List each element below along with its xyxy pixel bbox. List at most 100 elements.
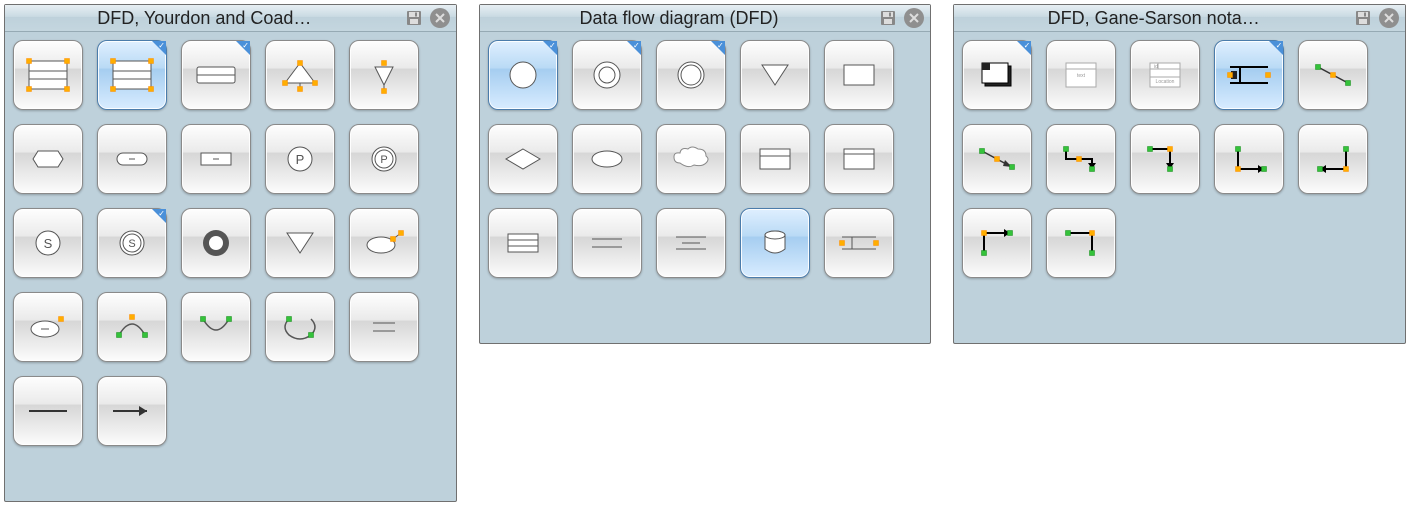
shape-line-eq[interactable] [349, 292, 419, 362]
data-store-3-sel-icon [107, 57, 157, 93]
l-arrow-4-icon [1308, 141, 1358, 177]
shape-data-store-3-sel[interactable] [97, 40, 167, 110]
double-rect-icon [750, 141, 800, 177]
shape-diamond[interactable] [488, 124, 558, 194]
svg-text:Location: Location [1156, 79, 1175, 85]
shape-circle[interactable] [488, 40, 558, 110]
shape-merge-node[interactable] [265, 40, 335, 110]
shape-arc1[interactable] [97, 292, 167, 362]
shape-ellipse-conn[interactable] [349, 208, 419, 278]
diag-arrow-icon [972, 141, 1022, 177]
external-rect-icon [191, 141, 241, 177]
process-p-ring-icon: P [359, 141, 409, 177]
checkmark-icon [543, 41, 557, 55]
shape-external-rect[interactable] [181, 124, 251, 194]
shape-stop[interactable] [181, 208, 251, 278]
arc2-icon [191, 309, 241, 345]
shape-triangle-down[interactable] [265, 208, 335, 278]
card-icon [834, 141, 884, 177]
shape-l-arrow-5[interactable] [962, 208, 1032, 278]
shape-data-store-3[interactable] [13, 40, 83, 110]
shape-line[interactable] [13, 376, 83, 446]
shape-two-lines[interactable] [572, 208, 642, 278]
shape-state-s-ring[interactable]: S [97, 208, 167, 278]
shape-external-hex[interactable] [13, 124, 83, 194]
rect-icon [834, 57, 884, 93]
arrow-icon [107, 393, 157, 429]
split-node-icon [359, 57, 409, 93]
shape-form2[interactable]: idLocation [1130, 40, 1200, 110]
checkmark-icon [627, 41, 641, 55]
checkmark-icon [152, 41, 166, 55]
panel-body: P P SS [5, 32, 456, 454]
svg-text:P: P [380, 154, 387, 166]
shape-store[interactable] [1214, 40, 1284, 110]
shape-card[interactable] [824, 124, 894, 194]
panel-header: DFD, Yourdon and Coad… [5, 5, 456, 32]
shape-state-s[interactable]: S [13, 208, 83, 278]
close-icon[interactable] [904, 8, 924, 28]
shape-entity[interactable] [962, 40, 1032, 110]
circle-icon [498, 57, 548, 93]
shape-l-arrow-2[interactable] [1130, 124, 1200, 194]
shape-ellipse-minus[interactable] [13, 292, 83, 362]
shape-channel[interactable] [656, 208, 726, 278]
state-s-ring-icon: S [107, 225, 157, 261]
shape-arc3[interactable] [265, 292, 335, 362]
shape-cylinder[interactable] [740, 208, 810, 278]
shape-form1[interactable]: text [1046, 40, 1116, 110]
panel-dfd: Data flow diagram (DFD) [479, 4, 932, 344]
svg-text:text: text [1077, 73, 1086, 79]
shape-double-rect[interactable] [740, 124, 810, 194]
shape-segment[interactable] [824, 208, 894, 278]
external-round-icon [107, 141, 157, 177]
shape-stack[interactable] [488, 208, 558, 278]
ellipse-minus-icon [23, 309, 73, 345]
close-icon[interactable] [430, 8, 450, 28]
cylinder-icon [750, 225, 800, 261]
panel-title: DFD, Yourdon and Coad… [11, 8, 398, 29]
l-arrow-1-icon [1056, 141, 1106, 177]
save-icon[interactable] [1353, 8, 1373, 28]
panel-body: text idLocation [954, 32, 1405, 286]
shape-triangle[interactable] [740, 40, 810, 110]
save-icon[interactable] [878, 8, 898, 28]
shape-rect[interactable] [824, 40, 894, 110]
checkmark-icon [1017, 41, 1031, 55]
shape-ring-plain[interactable] [656, 40, 726, 110]
ring-plain-icon [666, 57, 716, 93]
triangle-down-icon [275, 225, 325, 261]
shape-process-p-ring[interactable]: P [349, 124, 419, 194]
shape-l-arrow-6[interactable] [1046, 208, 1116, 278]
shape-oval[interactable] [572, 124, 642, 194]
shape-diag-conn[interactable] [1298, 40, 1368, 110]
line-icon [23, 393, 73, 429]
shape-external-round[interactable] [97, 124, 167, 194]
two-lines-icon [582, 225, 632, 261]
entity-icon [972, 57, 1022, 93]
checkmark-icon [1269, 41, 1283, 55]
shape-l-arrow-3[interactable] [1214, 124, 1284, 194]
checkmark-icon [236, 41, 250, 55]
line-eq-icon [359, 309, 409, 345]
triangle-icon [750, 57, 800, 93]
shape-split-node[interactable] [349, 40, 419, 110]
arc1-icon [107, 309, 157, 345]
shape-double-circle[interactable] [572, 40, 642, 110]
close-icon[interactable] [1379, 8, 1399, 28]
store-icon [1224, 57, 1274, 93]
shape-data-store-1[interactable] [181, 40, 251, 110]
form1-icon: text [1056, 57, 1106, 93]
shape-arc2[interactable] [181, 292, 251, 362]
save-icon[interactable] [404, 8, 424, 28]
shape-l-arrow-1[interactable] [1046, 124, 1116, 194]
shape-l-arrow-4[interactable] [1298, 124, 1368, 194]
arc3-icon [275, 309, 325, 345]
channel-icon [666, 225, 716, 261]
data-store-1-icon [191, 57, 241, 93]
data-store-3-icon [23, 57, 73, 93]
shape-diag-arrow[interactable] [962, 124, 1032, 194]
shape-process-p[interactable]: P [265, 124, 335, 194]
shape-cloud[interactable] [656, 124, 726, 194]
shape-arrow[interactable] [97, 376, 167, 446]
